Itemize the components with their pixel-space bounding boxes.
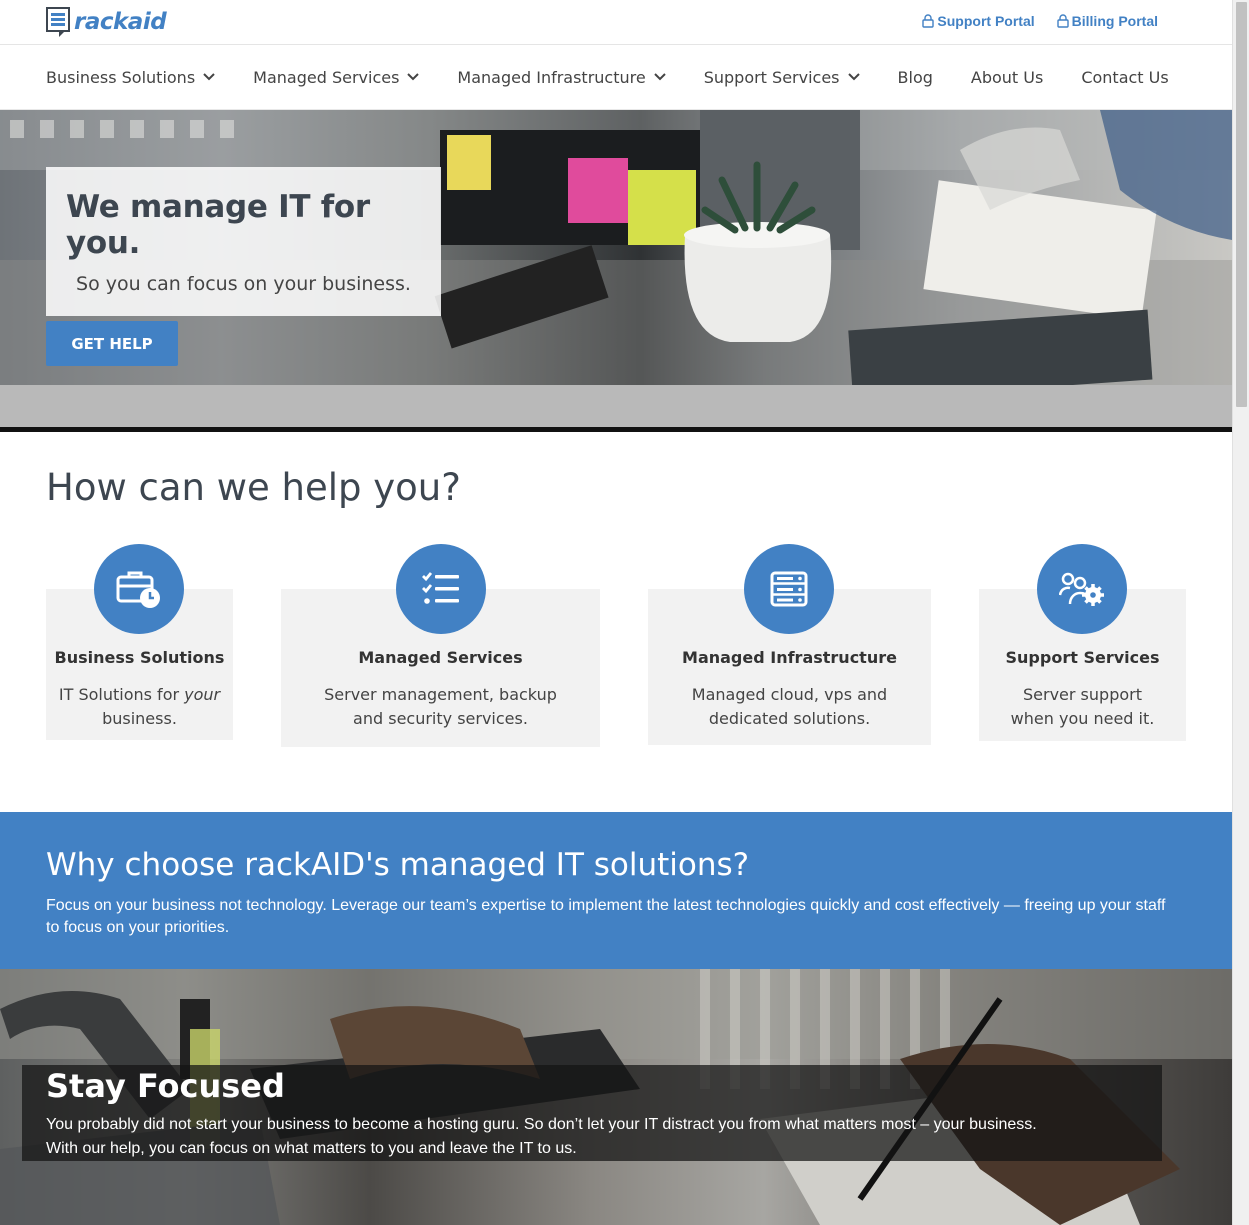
stay-focused-text: You probably did not start your business… xyxy=(46,1113,1037,1161)
section-divider xyxy=(0,427,1232,432)
support-portal-label: Support Portal xyxy=(937,13,1035,29)
card-description-part: business. xyxy=(102,709,177,728)
card-description: Server management, backup and security s… xyxy=(324,685,557,728)
card-description: IT Solutions for your business. xyxy=(46,683,233,731)
nav-item-managed-services[interactable]: Managed Services xyxy=(253,67,420,87)
card-title: Managed Infrastructure xyxy=(682,648,897,667)
logo-text: rackaid xyxy=(74,9,167,35)
logo-icon xyxy=(46,7,70,37)
stay-focused-line-1: You probably did not start your business… xyxy=(46,1116,1037,1133)
card-title: Support Services xyxy=(1005,648,1160,667)
nav-item-about-us[interactable]: About Us xyxy=(971,68,1043,87)
nav-item-business-solutions[interactable]: Business Solutions xyxy=(46,68,215,87)
nav-item-blog[interactable]: Blog xyxy=(898,68,933,87)
top-bar: rackaid Support Portal Billing Portal xyxy=(0,0,1232,45)
stay-focused-banner: Stay Focused You probably did not start … xyxy=(0,969,1232,1225)
logo[interactable]: rackaid xyxy=(46,6,167,38)
card-description-emphasis: your xyxy=(184,685,221,704)
billing-portal-link[interactable]: Billing Portal xyxy=(1056,13,1158,29)
page: rackaid Support Portal Billing Portal Bu… xyxy=(0,0,1232,1225)
nav-item-managed-infrastructure[interactable]: Managed Infrastructure xyxy=(457,67,666,87)
hero-bottom-band xyxy=(0,385,1232,427)
scrollbar-thumb[interactable] xyxy=(1236,2,1247,407)
checklist-icon xyxy=(396,544,486,634)
support-portal-link[interactable]: Support Portal xyxy=(922,13,1035,29)
hero-subtitle: So you can focus on your business. xyxy=(76,273,411,295)
stay-focused-line-2: With our help, you can focus on what mat… xyxy=(46,1140,577,1157)
chevron-down-icon xyxy=(407,73,420,81)
nav-item-label: Managed Infrastructure xyxy=(457,67,646,87)
server-icon xyxy=(744,544,834,634)
get-help-button[interactable]: GET HELP xyxy=(46,321,178,366)
stay-focused-title: Stay Focused xyxy=(46,1067,285,1105)
card-description: Server support when you need it. xyxy=(1010,685,1155,728)
card-description: Managed cloud, vps and dedicated solutio… xyxy=(691,685,888,728)
nav-item-label: Support Services xyxy=(703,67,840,87)
chevron-down-icon xyxy=(653,73,666,81)
nav-item-label: About Us xyxy=(970,67,1044,87)
card-description-part: IT Solutions for xyxy=(58,685,185,704)
main-nav: Business Solutions Managed Services Mana… xyxy=(0,45,1232,110)
lock-icon xyxy=(1056,14,1069,28)
nav-item-label: Contact Us xyxy=(1081,67,1169,87)
nav-item-support-services[interactable]: Support Services xyxy=(704,68,860,87)
card-title: Business Solutions xyxy=(54,648,225,667)
stay-focused-box: Stay Focused You probably did not start … xyxy=(22,1065,1162,1161)
chevron-down-icon xyxy=(203,73,215,81)
nav-item-label: Business Solutions xyxy=(46,67,196,87)
why-section-title: Why choose rackAID's managed IT solution… xyxy=(46,847,750,883)
why-section-text: Focus on your business not technology. L… xyxy=(46,897,1166,936)
hero-banner: We manage IT for you. So you can focus o… xyxy=(0,110,1232,385)
vertical-scrollbar[interactable] xyxy=(1232,0,1249,1225)
why-section: Why choose rackAID's managed IT solution… xyxy=(0,812,1232,969)
nav-item-label: Managed Services xyxy=(253,67,400,87)
users-gear-icon xyxy=(1037,544,1127,634)
card-title: Managed Services xyxy=(358,648,523,667)
nav-item-label: Blog xyxy=(897,67,933,87)
chevron-down-icon xyxy=(847,73,860,81)
hero-title: We manage IT for you. xyxy=(66,189,370,261)
nav-item-contact-us[interactable]: Contact Us xyxy=(1081,68,1168,87)
lock-icon xyxy=(922,14,935,28)
billing-portal-label: Billing Portal xyxy=(1071,13,1158,29)
portal-links: Support Portal Billing Portal xyxy=(922,13,1158,29)
briefcase-clock-icon xyxy=(94,544,184,634)
help-section-title: How can we help you? xyxy=(46,466,461,509)
hero-text-box: We manage IT for you. So you can focus o… xyxy=(46,167,441,316)
